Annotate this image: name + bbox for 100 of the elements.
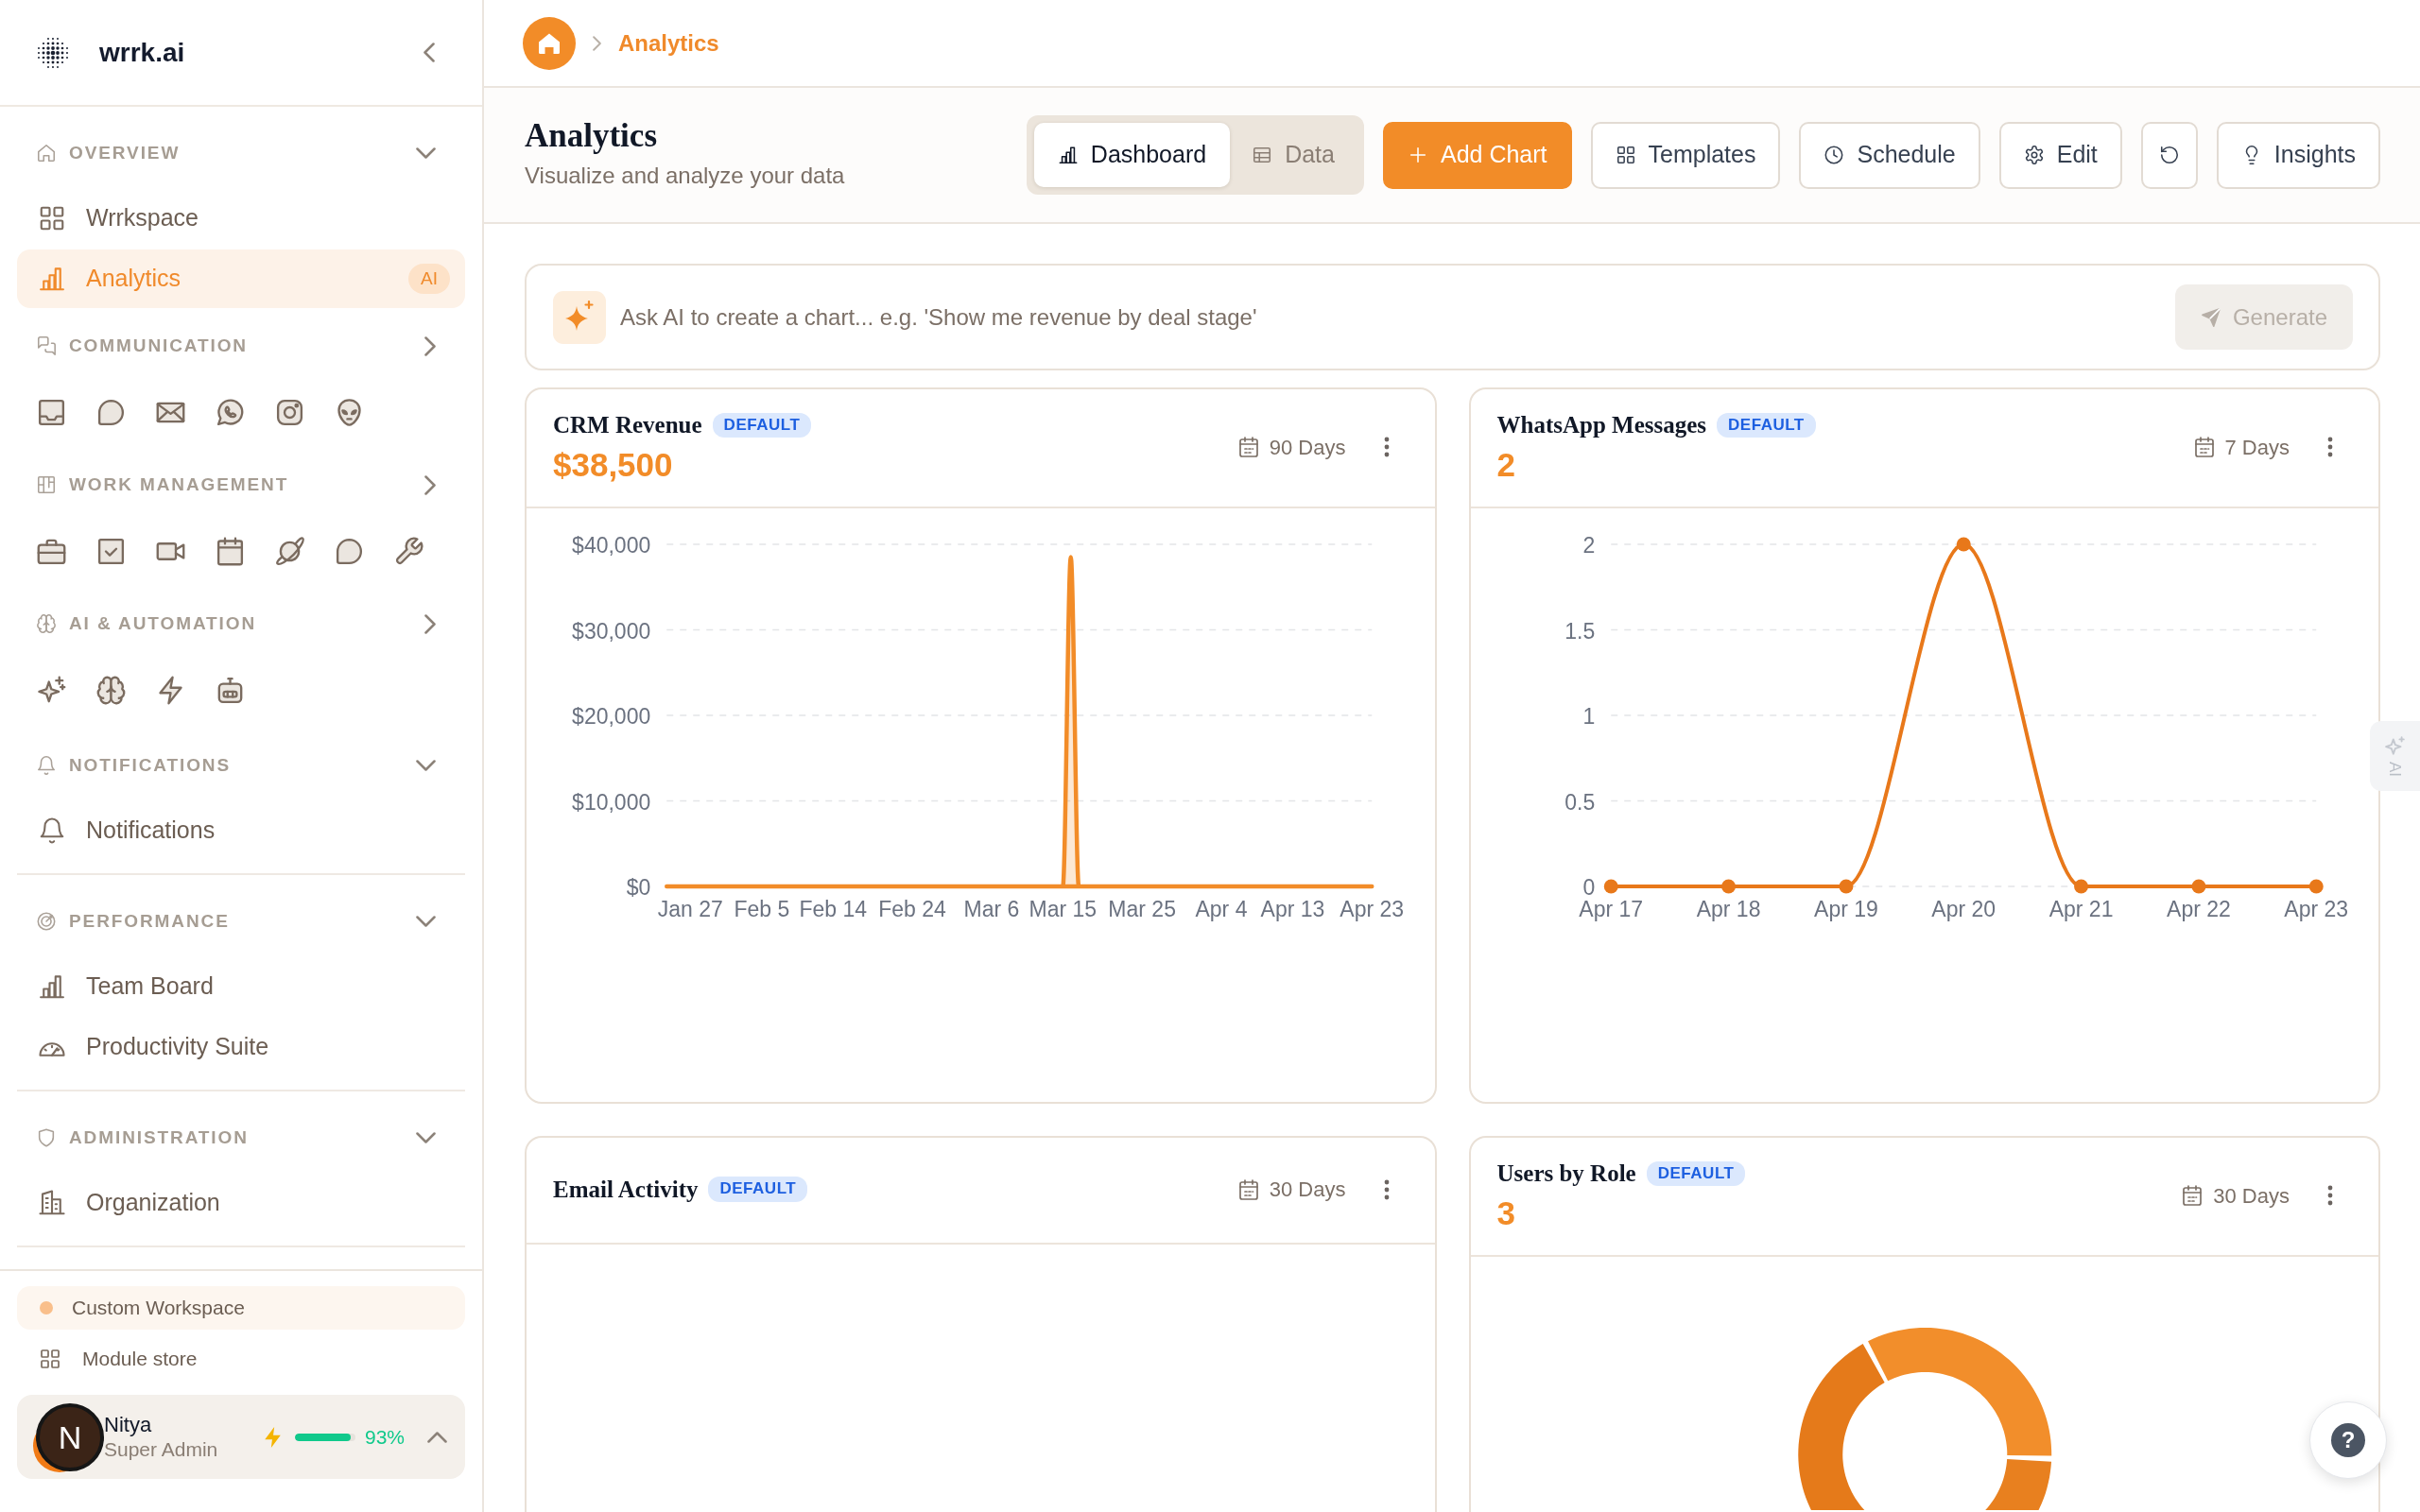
date-range-button[interactable]: 30 Days — [1236, 1174, 1346, 1205]
breadcrumb-current[interactable]: Analytics — [618, 26, 719, 60]
wrench-icon[interactable] — [393, 535, 424, 567]
grid-icon — [38, 204, 66, 232]
nav-item[interactable]: Wrrkspace — [17, 189, 465, 248]
nav-badge: AI — [408, 264, 450, 294]
toolbar-button[interactable]: Insights — [2216, 121, 2380, 189]
axis-tick-label: Apr 17 — [1578, 897, 1643, 921]
axis-tick-label: Apr 18 — [1696, 897, 1760, 921]
status-badge: DEFAULT — [1717, 412, 1816, 438]
axis-tick-label: Apr 4 — [1195, 897, 1248, 921]
chevron-right-icon — [593, 35, 601, 51]
axis-tick-label: 0 — [1582, 875, 1595, 900]
brain-icon[interactable] — [95, 674, 127, 706]
calendar-icon[interactable] — [215, 535, 246, 567]
progress-reading: 93% — [364, 1424, 405, 1450]
nav-item[interactable]: Team Board — [17, 957, 465, 1016]
page-title: Analytics — [525, 116, 658, 156]
axis-tick-label: 1.5 — [1564, 618, 1595, 644]
brand-name: wrrk.ai — [99, 36, 185, 69]
view-tab[interactable]: Data — [1230, 123, 1357, 187]
sparkle-icon — [553, 290, 606, 344]
axis-tick-label: Feb 14 — [799, 897, 868, 921]
gear-icon — [2023, 145, 2045, 165]
kebab-menu-icon[interactable] — [1383, 1178, 1390, 1200]
nav-item[interactable]: Notifications — [17, 801, 465, 860]
axis-tick-label: $20,000 — [572, 704, 651, 729]
page-subtitle: Visualize and analyze your data — [525, 162, 845, 191]
status-badge: DEFAULT — [712, 412, 812, 438]
bell-icon — [38, 816, 66, 845]
chevron-down-icon[interactable] — [416, 916, 436, 927]
axis-tick-label: $30,000 — [572, 618, 651, 644]
axis-tick-label: Mar 15 — [1028, 897, 1098, 921]
axis-tick-label: $10,000 — [572, 789, 651, 815]
status-dot-icon — [40, 1301, 53, 1314]
view-tab[interactable]: Dashboard — [1033, 123, 1231, 187]
nav-item[interactable]: Productivity Suite — [17, 1018, 465, 1076]
section-heading[interactable]: AI & AUTOMATION — [69, 610, 257, 638]
user-card[interactable]: N Nitya Super Admin 93% — [17, 1395, 465, 1479]
logo-icon — [36, 35, 70, 70]
toolbar-button[interactable]: Templates — [1590, 121, 1781, 189]
section-heading[interactable]: PERFORMANCE — [69, 907, 230, 936]
axis-tick-label: 0.5 — [1564, 789, 1595, 815]
chevron-right-icon[interactable] — [424, 474, 436, 495]
building-icon — [38, 1189, 66, 1217]
chevron-right-icon[interactable] — [424, 335, 436, 356]
date-range-button[interactable]: 30 Days — [2181, 1179, 2290, 1211]
axis-tick-label: Apr 23 — [2283, 897, 2348, 921]
date-range-button[interactable]: 90 Days — [1236, 431, 1346, 463]
chevron-down-icon[interactable] — [416, 760, 436, 771]
board-icon — [36, 474, 57, 495]
axis-tick-label: Apr 22 — [2166, 897, 2231, 921]
bar-chart-icon — [38, 972, 66, 1001]
axis-tick-label: Jan 27 — [657, 897, 723, 921]
section-heading[interactable]: NOTIFICATIONS — [69, 751, 232, 780]
card-title: CRM Revenue — [553, 411, 702, 440]
planet-icon[interactable] — [274, 535, 305, 567]
axis-tick-label: Apr 21 — [2048, 897, 2113, 921]
user-name: Nitya — [104, 1411, 153, 1438]
donut-slice — [1984, 1459, 2051, 1510]
chevron-right-icon[interactable] — [424, 613, 436, 634]
sparkle-icon — [2384, 734, 2406, 756]
axis-tick-label: Feb 5 — [734, 897, 790, 921]
axis-tick-label: Apr 19 — [1813, 897, 1878, 921]
kebab-menu-icon[interactable] — [1383, 437, 1390, 457]
phone-bubble-icon[interactable] — [215, 396, 246, 428]
bar-chart-icon — [1057, 145, 1079, 165]
lightning-icon — [264, 1426, 281, 1448]
axis-tick-label: Mar 6 — [963, 897, 1020, 921]
clock-icon — [1824, 145, 1845, 165]
section-heading[interactable]: ADMINISTRATION — [69, 1124, 249, 1152]
nav-item[interactable]: Module store — [17, 1338, 465, 1380]
chevron-up-icon[interactable] — [427, 1431, 447, 1443]
calendar-icon — [2181, 1184, 2204, 1207]
chevron-left-icon[interactable] — [424, 43, 435, 62]
kebab-menu-icon[interactable] — [2327, 437, 2333, 457]
toolbar-button[interactable]: Schedule — [1799, 121, 1980, 189]
chevron-down-icon[interactable] — [416, 147, 436, 159]
kebab-menu-icon[interactable] — [2327, 1185, 2333, 1206]
calendar-icon — [1236, 436, 1260, 458]
axis-tick-label: Apr 13 — [1260, 897, 1325, 921]
card-title: Users by Role — [1496, 1160, 1636, 1189]
section-heading[interactable]: WORK MANAGEMENT — [69, 471, 289, 499]
refresh-button[interactable] — [2140, 121, 2198, 189]
axis-tick-label: $0 — [626, 875, 651, 900]
nav-item[interactable]: Organization — [17, 1174, 465, 1232]
date-range-button[interactable]: 7 Days — [2192, 431, 2290, 463]
chevron-down-icon[interactable] — [416, 1132, 436, 1143]
card-title: WhatsApp Messages — [1496, 411, 1707, 440]
toolbar-button[interactable]: Edit — [1998, 121, 2122, 189]
bar-chart-icon — [38, 265, 66, 293]
section-heading[interactable]: OVERVIEW — [69, 139, 181, 167]
status-badge: DEFAULT — [708, 1177, 808, 1202]
brain-icon — [36, 613, 57, 634]
section-heading[interactable]: COMMUNICATION — [69, 332, 248, 360]
shield-icon — [36, 1127, 57, 1148]
axis-tick-label: Feb 24 — [878, 897, 946, 921]
calendar-icon — [2192, 436, 2216, 458]
grid-icon — [1615, 145, 1636, 165]
workspace-pill[interactable]: Custom Workspace — [17, 1286, 465, 1330]
